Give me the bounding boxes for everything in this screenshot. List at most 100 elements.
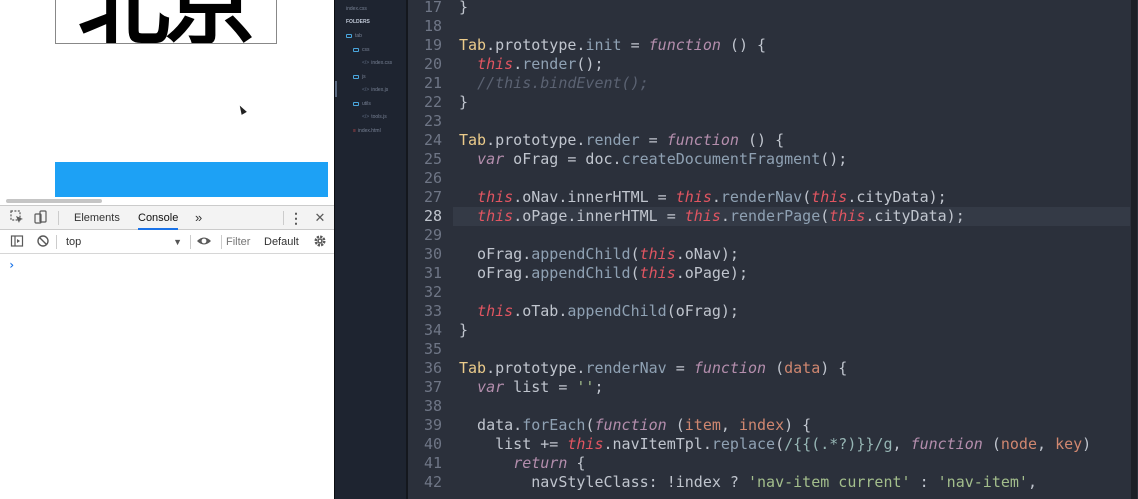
folders-header: FOLDERS: [346, 19, 370, 25]
sidebar-item-index-css[interactable]: </> index.css: [362, 60, 392, 67]
sidebar-active-marker: [335, 81, 337, 97]
code-token: this: [675, 188, 712, 206]
horizontal-scrollbar[interactable]: [6, 199, 102, 203]
code-token: index: [738, 416, 785, 434]
code-token: prototype: [495, 36, 577, 54]
console-toolbar: top ▼ Default: [0, 230, 334, 254]
code-line[interactable]: var list = '';: [459, 378, 603, 397]
code-line[interactable]: Tab.prototype.renderNav = function (data…: [459, 359, 847, 378]
code-token: .oNav.innerHTML =: [513, 188, 676, 206]
clear-console-icon[interactable]: [35, 234, 51, 250]
code-line[interactable]: oFrag.appendChild(this.oNav);: [459, 245, 739, 264]
tab-console[interactable]: Console: [138, 206, 179, 230]
code-line[interactable]: Tab.prototype.init = function () {: [459, 36, 766, 55]
code-token: =: [639, 131, 667, 149]
code-token: function: [594, 416, 667, 434]
sidebar-item-label: index.css: [371, 60, 393, 66]
more-tabs-icon[interactable]: »: [195, 206, 202, 230]
page-viewport[interactable]: 北京: [0, 0, 334, 205]
log-levels-selector[interactable]: Default: [264, 233, 300, 251]
settings-gear-icon[interactable]: [312, 234, 328, 250]
line-number: 29: [423, 226, 442, 244]
code-token: }: [459, 0, 469, 16]
code-token: this: [829, 207, 866, 225]
code-area[interactable]: } Tab.prototype.init = function () { this…: [459, 0, 1138, 499]
code-line[interactable]: this.oPage.innerHTML = this.renderPage(t…: [459, 207, 965, 226]
line-number: 25: [423, 150, 442, 168]
code-line[interactable]: }: [459, 0, 468, 17]
code-token: //this.bindEvent();: [477, 74, 649, 92]
tab-nav-bar[interactable]: [55, 162, 328, 197]
code-line[interactable]: return {: [459, 454, 585, 473]
code-token: var: [477, 378, 505, 396]
code-token: .cityData);: [865, 207, 965, 225]
open-file-item[interactable]: index.css: [346, 6, 367, 13]
code-line[interactable]: data.forEach(function (item, index) {: [459, 416, 811, 435]
console-prompt[interactable]: ›: [8, 258, 15, 272]
code-token: (: [766, 359, 785, 377]
line-number: 42: [423, 473, 442, 491]
code-line[interactable]: this.oTab.appendChild(oFrag);: [459, 302, 739, 321]
sidebar-item-js[interactable]: js: [353, 74, 366, 81]
code-token: (: [630, 245, 640, 263]
code-token: oFrag.: [459, 264, 532, 282]
line-number: 26: [423, 169, 442, 187]
context-selector-value: top: [66, 236, 82, 248]
code-line[interactable]: oFrag.appendChild(this.oPage);: [459, 264, 748, 283]
code-line[interactable]: Tab.prototype.render = function () {: [459, 131, 784, 150]
code-token: 'nav-item current': [747, 473, 911, 491]
device-toolbar-icon[interactable]: [32, 210, 48, 226]
code-token: this: [811, 188, 848, 206]
kebab-menu-icon[interactable]: ⋮: [288, 210, 304, 226]
code-token: forEach: [522, 416, 586, 434]
line-number: 19: [423, 36, 442, 54]
code-token: ();: [576, 55, 604, 73]
code-line[interactable]: }: [459, 321, 468, 340]
code-line[interactable]: }: [459, 93, 468, 112]
code-token: {: [567, 454, 586, 472]
sidebar-item-utils[interactable]: utils: [353, 101, 371, 108]
code-line[interactable]: var oFrag = doc.createDocumentFragment()…: [459, 150, 847, 169]
line-number: 22: [423, 93, 442, 111]
toolbar-separator: [190, 235, 191, 249]
tab-elements[interactable]: Elements: [74, 206, 120, 230]
sidebar-item-label: tools.js: [371, 114, 387, 120]
sidebar-item-index-html[interactable]: ≡ index.html: [353, 128, 381, 135]
console-filter-input[interactable]: [226, 233, 262, 251]
code-line[interactable]: //this.bindEvent();: [459, 74, 649, 93]
inspect-element-icon[interactable]: [9, 210, 25, 226]
context-selector[interactable]: top ▼: [62, 233, 186, 251]
code-token: oFrag = doc.: [504, 150, 622, 168]
line-number: 30: [423, 245, 442, 263]
code-token: key: [1055, 435, 1083, 453]
code-token: () {: [720, 36, 767, 54]
sidebar-item-tools-js[interactable]: </> tools.js: [362, 114, 387, 121]
code-token: item: [684, 416, 721, 434]
code-line[interactable]: list += this.navItemTpl.replace(/{{(.*?)…: [459, 435, 1091, 454]
line-number: 28: [423, 207, 442, 225]
live-expression-eye-icon[interactable]: [196, 234, 212, 250]
code-line[interactable]: navStyleClass: !index ? 'nav-item curren…: [459, 473, 1037, 492]
code-token: Tab: [459, 36, 487, 54]
sidebar-item-tab[interactable]: tab: [346, 33, 362, 40]
code-line[interactable]: this.oNav.innerHTML = this.renderNav(thi…: [459, 188, 947, 207]
code-token: this: [639, 264, 676, 282]
code-token: render: [585, 131, 640, 149]
folder-icon: [353, 47, 359, 52]
editor-scrollbar-thumb[interactable]: [1131, 0, 1137, 499]
close-icon[interactable]: ✕: [312, 210, 328, 226]
sidebar-item-css[interactable]: css: [353, 47, 370, 54]
sidebar-item-index-js[interactable]: </> index.js: [362, 87, 388, 94]
code-line[interactable]: this.render();: [459, 55, 604, 74]
code-editor[interactable]: 17 18 19 20 21 22 23 24 25 26 27 28 29 30 31 32 33 34 35 36…: [406, 0, 1138, 499]
code-token: =: [621, 36, 649, 54]
line-number: 17: [423, 0, 442, 16]
show-sidebar-icon[interactable]: [9, 234, 25, 250]
file-icon: </>: [362, 87, 370, 93]
code-token: ();: [820, 150, 848, 168]
